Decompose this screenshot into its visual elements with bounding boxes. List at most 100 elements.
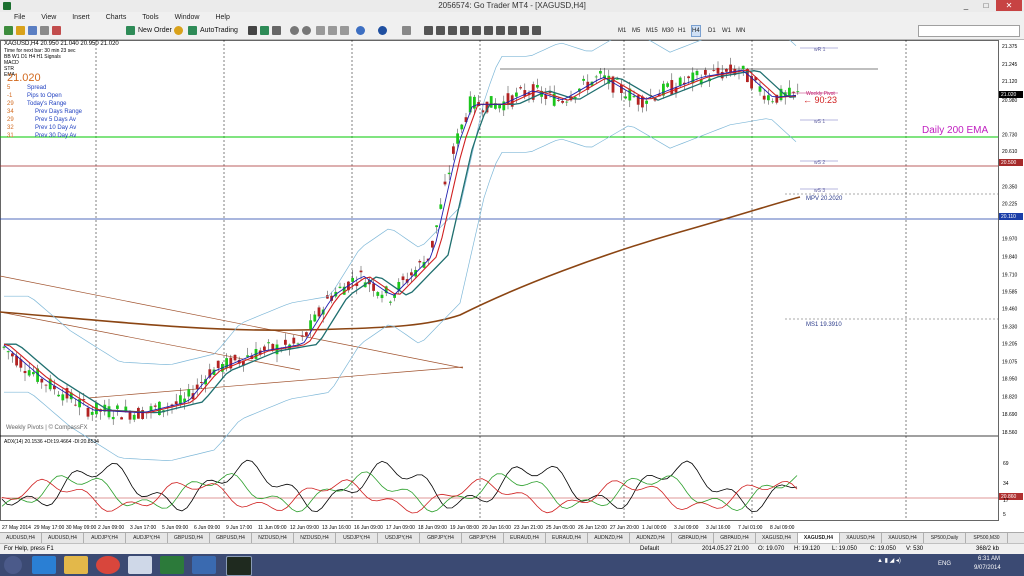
chart-tab[interactable]: GBPAUD,H4 xyxy=(714,533,756,543)
ie-icon[interactable] xyxy=(32,556,56,574)
price-chart[interactable]: wR 1wS 1wS 2wS 3Weekly Pivot← 90:23Daily… xyxy=(0,40,1024,532)
tf-h1[interactable]: H1 xyxy=(678,26,686,36)
chart-tab[interactable]: NZDUSD,H4 xyxy=(252,533,294,543)
mt4-icon[interactable] xyxy=(226,556,252,576)
chart-tab[interactable]: AUDJPY,H4 xyxy=(84,533,126,543)
autotrading-icon[interactable] xyxy=(188,26,197,35)
chart-tab[interactable]: AUDNZD,H4 xyxy=(588,533,630,543)
excel-icon[interactable] xyxy=(160,556,184,574)
chart-tab[interactable]: GBPUSD,H4 xyxy=(210,533,252,543)
bar-chart-icon[interactable] xyxy=(248,26,257,35)
chart-tab[interactable]: XAUUSD,H4 xyxy=(840,533,882,543)
zoom-out-icon[interactable] xyxy=(302,26,311,35)
tf-m30[interactable]: M30 xyxy=(662,26,674,36)
tray-icons[interactable]: ▲ ▮ ◢ ◂) xyxy=(877,557,901,564)
chart-tab[interactable]: SP500,M30 xyxy=(966,533,1008,543)
chart-tab[interactable]: GBPAUD,H4 xyxy=(672,533,714,543)
templates-icon[interactable] xyxy=(402,26,411,35)
tf-mn[interactable]: MN xyxy=(736,26,745,36)
chart-tab[interactable]: AUDNZD,H4 xyxy=(630,533,672,543)
clock-date[interactable]: 9/07/2014 xyxy=(974,565,1001,571)
tf-m15[interactable]: M15 xyxy=(646,26,658,36)
word-icon[interactable] xyxy=(192,556,216,574)
terminal-icon[interactable] xyxy=(40,26,49,35)
zoom-in-icon[interactable] xyxy=(290,26,299,35)
candlestick-icon[interactable] xyxy=(260,26,269,35)
open-icon[interactable] xyxy=(16,26,25,35)
chart-tab[interactable]: AUDJPY,H4 xyxy=(126,533,168,543)
new-order-icon[interactable] xyxy=(126,26,135,35)
time-axis-label: 20 Jun 16:00 xyxy=(482,525,511,531)
horizontal-line-icon[interactable] xyxy=(460,26,469,35)
new-chart-icon[interactable] xyxy=(4,26,13,35)
shift-icon[interactable] xyxy=(340,26,349,35)
candle-body xyxy=(489,96,493,108)
calculator-icon[interactable] xyxy=(128,556,152,574)
text-icon[interactable] xyxy=(508,26,517,35)
ema-fast xyxy=(3,69,797,414)
trendline-icon[interactable] xyxy=(472,26,481,35)
folder-icon[interactable] xyxy=(64,556,88,574)
candle-body xyxy=(179,395,182,404)
autoscroll-icon[interactable] xyxy=(328,26,337,35)
candle-body xyxy=(594,76,598,78)
tf-d1[interactable]: D1 xyxy=(708,26,716,36)
chart-tab[interactable]: AUDUSD,H4 xyxy=(42,533,84,543)
menu-insert[interactable]: Insert xyxy=(72,12,90,23)
close-button[interactable]: ✕ xyxy=(996,0,1022,11)
candle-body xyxy=(2,346,6,348)
clock-time[interactable]: 6:31 AM xyxy=(978,556,1000,562)
chart-tab[interactable]: GBPUSD,H4 xyxy=(168,533,210,543)
tester-icon[interactable] xyxy=(52,26,61,35)
chart-tab[interactable]: USDJPY,H4 xyxy=(336,533,378,543)
tf-m1[interactable]: M1 xyxy=(618,26,626,36)
status-profile: Default xyxy=(640,546,660,552)
vertical-line-icon[interactable] xyxy=(448,26,457,35)
minimize-button[interactable]: _ xyxy=(956,0,976,11)
chart-tab[interactable]: EURAUD,H4 xyxy=(546,533,588,543)
label-icon[interactable] xyxy=(520,26,529,35)
tf-w1[interactable]: W1 xyxy=(722,26,731,36)
chart-tab[interactable]: NZDUSD,H4 xyxy=(294,533,336,543)
crosshair-icon[interactable] xyxy=(436,26,445,35)
menu-file[interactable]: File xyxy=(14,12,25,23)
chart-tab[interactable]: GBPJPY,H4 xyxy=(462,533,504,543)
search-input[interactable] xyxy=(918,25,1020,37)
expert-icon[interactable] xyxy=(174,26,183,35)
chart-tab[interactable]: AUDUSD,H4 xyxy=(0,533,42,543)
time-axis-label: 19 Jun 08:00 xyxy=(450,525,479,531)
chart-tab[interactable]: EURAUD,H4 xyxy=(504,533,546,543)
indicators-icon[interactable] xyxy=(356,26,365,35)
chart-tab[interactable]: USDJPY,H4 xyxy=(378,533,420,543)
chart-tab[interactable]: GBPJPY,H4 xyxy=(420,533,462,543)
navigator-icon[interactable] xyxy=(28,26,37,35)
tf-h4[interactable]: H4 xyxy=(691,25,701,37)
chart-tab[interactable]: SP500,Daily xyxy=(924,533,966,543)
cursor-icon[interactable] xyxy=(424,26,433,35)
new-order-button[interactable]: New Order xyxy=(138,26,172,36)
chart-tab[interactable]: XAUUSD,H4 xyxy=(882,533,924,543)
chart-tab[interactable]: XAGUSD,H4 xyxy=(798,533,840,543)
menu-charts[interactable]: Charts xyxy=(106,12,127,23)
menu-window[interactable]: Window xyxy=(175,12,200,23)
status-time: 2014.05.27 21:00 xyxy=(702,546,749,552)
channel-icon[interactable] xyxy=(484,26,493,35)
line-chart-icon[interactable] xyxy=(272,26,281,35)
fibo-icon[interactable] xyxy=(496,26,505,35)
language-indicator[interactable]: ENG xyxy=(938,561,951,567)
menu-tools[interactable]: Tools xyxy=(142,12,158,23)
tile-icon[interactable] xyxy=(316,26,325,35)
time-axis-label: 8 Jul 09:00 xyxy=(770,525,795,531)
chart-window[interactable]: wR 1 wS 1 wS 2 wS 3 Weekly Pivot ← 90:23 Daily… xyxy=(0,40,1024,532)
menu-view[interactable]: View xyxy=(41,12,56,23)
tf-m5[interactable]: M5 xyxy=(632,26,640,36)
chrome-icon[interactable] xyxy=(96,556,120,574)
autotrading-button[interactable]: AutoTrading xyxy=(200,26,238,36)
start-icon[interactable] xyxy=(4,556,22,574)
menu-help[interactable]: Help xyxy=(215,12,229,23)
candle-body xyxy=(456,133,459,144)
chart-tab[interactable]: XAGUSD,H4 xyxy=(756,533,798,543)
arrows-icon[interactable] xyxy=(532,26,541,35)
periods-icon[interactable] xyxy=(378,26,387,35)
maximize-button[interactable]: □ xyxy=(976,0,996,11)
